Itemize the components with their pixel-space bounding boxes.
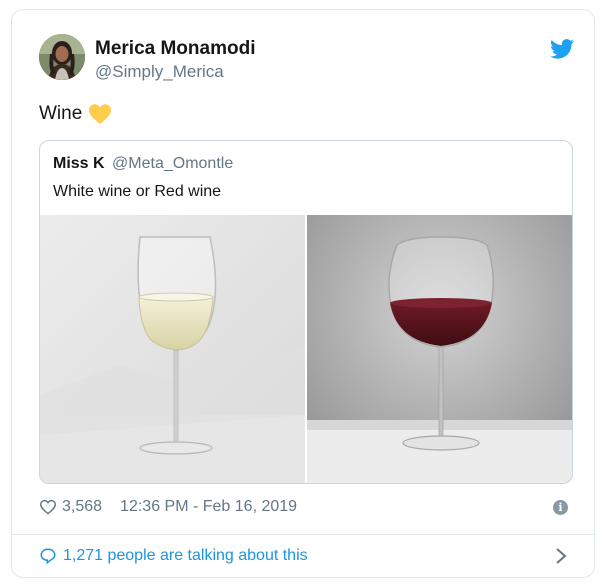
heart-outline-icon [39,499,57,515]
comment-bubble-icon [40,548,56,565]
tweet-meta: 3,568 12:36 PM - Feb 16, 2019 [39,498,297,516]
conversation-link[interactable]: 1,271 people are talking about this [39,547,308,565]
tweet-timestamp[interactable]: 12:36 PM - Feb 16, 2019 [120,498,297,516]
twitter-bird-icon[interactable] [550,39,574,59]
quoted-author-name: Miss K [53,155,105,172]
red-wine-image[interactable] [307,215,572,483]
author-handle[interactable]: @Simply_Merica [95,62,224,82]
quoted-tweet[interactable]: Miss K @Meta_Omontle White wine or Red w… [39,140,573,484]
chevron-right-icon[interactable] [554,546,568,566]
like-count: 3,568 [62,498,103,515]
info-icon[interactable]: i [553,500,568,515]
quoted-author-handle: @Meta_Omontle [112,155,234,172]
yellow-heart-icon [89,104,112,124]
quoted-tweet-header: Miss K @Meta_Omontle [53,155,233,173]
like-button[interactable]: 3,568 [39,498,102,516]
tweet-text: Wine [39,103,112,125]
tweet-card: Merica Monamodi @Simply_Merica Wine Miss… [11,9,595,578]
white-wine-image[interactable] [40,215,305,483]
quoted-tweet-text: White wine or Red wine [53,183,222,200]
avatar[interactable] [39,34,85,80]
divider [12,534,594,535]
author-name[interactable]: Merica Monamodi [95,38,255,60]
tweet-text-label: Wine [39,103,83,124]
conversation-count-label: 1,271 people are talking about this [63,547,308,564]
